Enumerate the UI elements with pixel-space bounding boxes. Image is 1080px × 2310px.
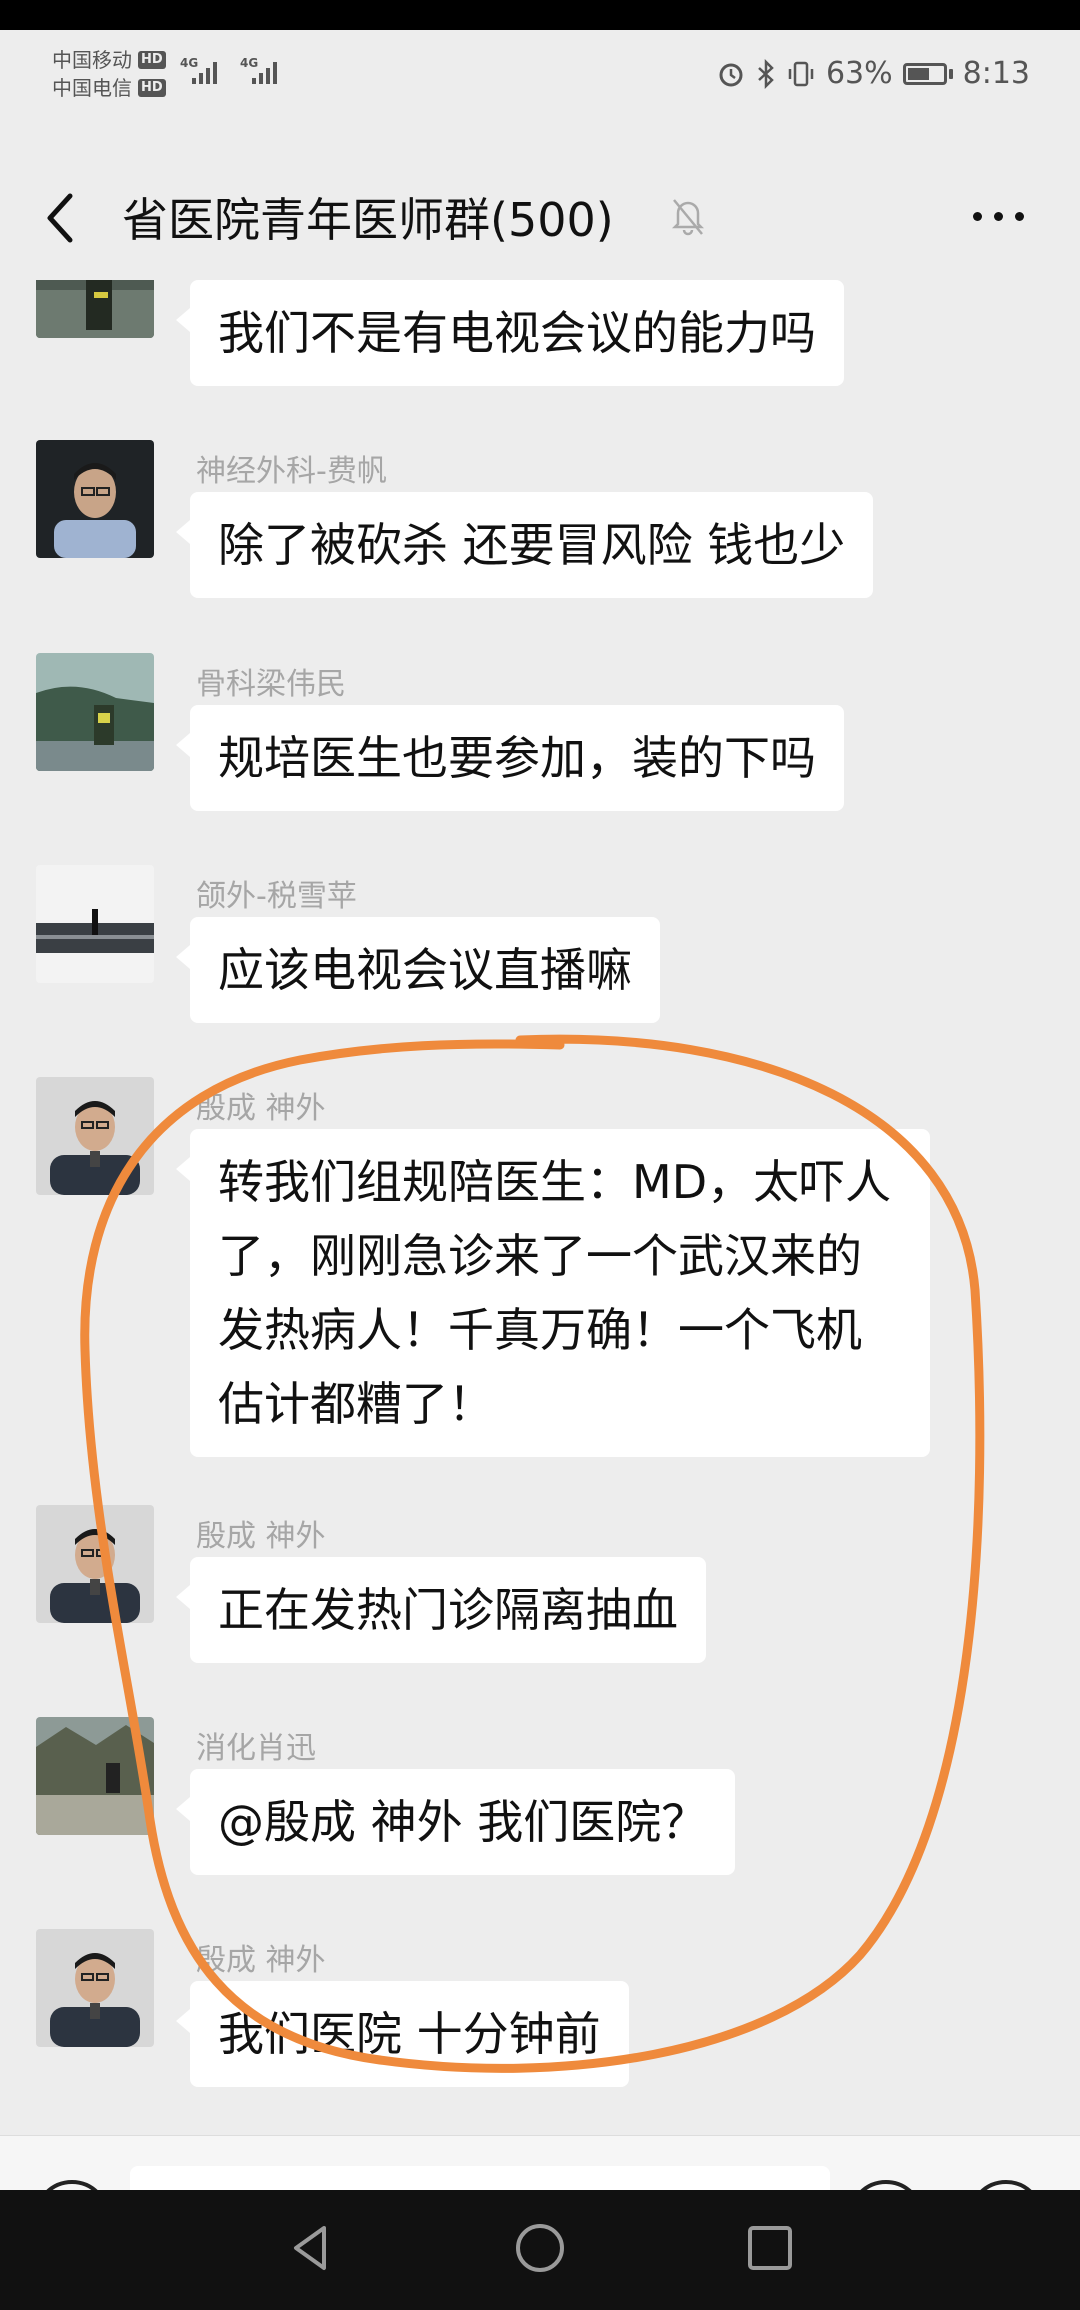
sender-name: 殷成 神外 [196, 1943, 326, 1978]
sender-name: 神经外科-费帆 [196, 454, 387, 489]
message-list: 我们不是有电视会议的能力吗 神经外科-费帆 除了被砍杀 还要冒风险 钱也少 骨科… [0, 280, 1080, 2135]
sender-name: 殷成 神外 [196, 1091, 326, 1126]
hd-badge: HD [138, 79, 166, 97]
mute-bell-icon [671, 199, 705, 236]
battery-percent: 63% [825, 56, 893, 91]
more-options-button[interactable] [973, 212, 1024, 221]
message-bubble[interactable]: 我们不是有电视会议的能力吗 [176, 280, 844, 386]
avatar[interactable] [36, 440, 154, 558]
nav-home-icon[interactable] [510, 2218, 570, 2278]
vibrate-icon [788, 61, 814, 86]
message-bubble[interactable]: 应该电视会议直播嘛 [176, 917, 660, 1023]
clock: 8:13 [962, 56, 1030, 91]
back-arrow-icon[interactable] [40, 188, 80, 248]
nav-back-icon[interactable] [280, 2218, 340, 2278]
status-bar: 中国移动 HD 中国电信 HD 4G 4G 63% 8:13 [0, 30, 1080, 120]
message-bubble[interactable]: 除了被砍杀 还要冒风险 钱也少 [175, 492, 874, 598]
hd-badge: HD [138, 51, 166, 69]
avatar[interactable] [36, 1929, 154, 2047]
chat-screen: 中国移动 HD 中国电信 HD 4G 4G 63% 8:13 省医院青年医师群(50… [0, 30, 1080, 2280]
chat-header: 省医院青年医师群(500) [0, 160, 1080, 280]
avatar[interactable] [36, 865, 154, 983]
bluetooth-icon [758, 58, 774, 89]
message-bubble[interactable]: @殷成 神外 我们医院？ [175, 1769, 736, 1875]
avatar[interactable] [36, 1077, 154, 1195]
sender-name: 殷成 神外 [196, 1519, 326, 1554]
status-right: 63% 8:13 [716, 56, 1030, 91]
signal-icon: 4G [180, 56, 220, 86]
system-nav-bar [0, 2190, 1080, 2310]
message-bubble[interactable]: 规培医生也要参加，装的下吗 [176, 705, 844, 811]
signal-icon: 4G [240, 56, 280, 86]
nav-recents-icon[interactable] [740, 2218, 800, 2278]
message-bubble[interactable]: 转我们组规陪医生：MD，太吓人了，刚刚急诊来了一个武汉来的发热病人！千真万确！一… [176, 1129, 930, 1457]
sender-name: 骨科梁伟民 [196, 667, 346, 702]
sender-name: 颌外-税雪苹 [196, 879, 357, 914]
avatar[interactable] [36, 653, 154, 771]
message-bubble[interactable]: 我们医院 十分钟前 [176, 1981, 629, 2087]
carrier-2: 中国电信 [52, 76, 132, 100]
message-bubble[interactable]: 正在发热门诊隔离抽血 [176, 1557, 706, 1663]
signal-indicators: 4G 4G [180, 56, 280, 86]
avatar[interactable] [36, 280, 154, 338]
avatar[interactable] [36, 1717, 154, 1835]
carrier-1: 中国移动 [52, 48, 132, 72]
alarm-icon [719, 63, 743, 86]
battery-icon [902, 62, 953, 85]
chat-title: 省医院青年医师群(500) [122, 193, 614, 247]
sender-name: 消化肖迅 [196, 1731, 316, 1766]
avatar[interactable] [36, 1505, 154, 1623]
carrier-info: 中国移动 HD 中国电信 HD [52, 46, 166, 102]
